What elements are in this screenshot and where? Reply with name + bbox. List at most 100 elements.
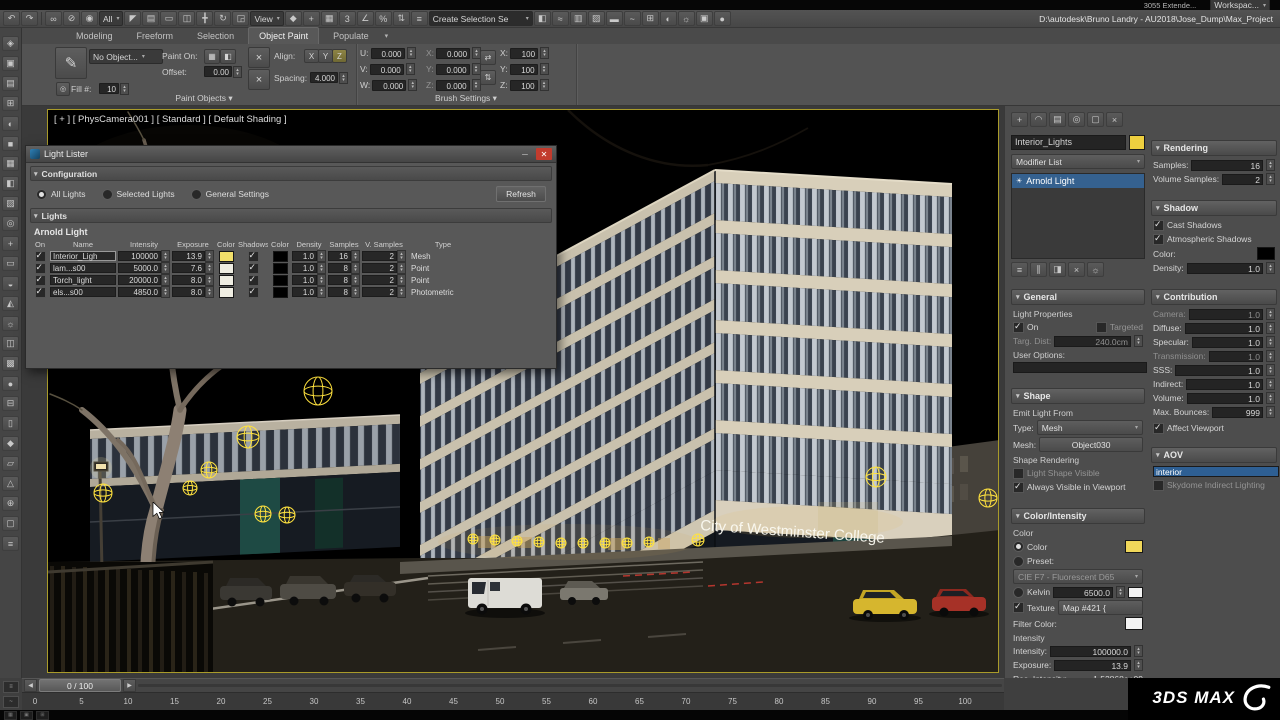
spinner[interactable]: ▴▾ [1266, 364, 1275, 376]
light-density-field[interactable]: 1.0 [292, 275, 317, 285]
flip-axes-icon[interactable]: ⇅ [480, 70, 496, 85]
spinner[interactable]: ▴▾ [406, 63, 415, 75]
select-object-icon[interactable]: ◤ [124, 11, 141, 26]
exposure-field[interactable]: 13.9 [1054, 660, 1131, 671]
param-field[interactable]: 0.000 [370, 64, 404, 75]
kelvin-color-swatch[interactable] [1128, 587, 1143, 598]
kelvin-field[interactable]: 6500.0 [1053, 587, 1113, 598]
light-shape-visible-checkbox[interactable] [1013, 468, 1024, 479]
frame-tick[interactable]: 15 [170, 697, 179, 706]
align-z-button[interactable]: Z [332, 49, 347, 63]
spinner[interactable]: ▴▾ [1266, 336, 1275, 348]
time-slider-grip[interactable]: 0 / 100 [39, 679, 121, 692]
intensity-field[interactable]: 100000.0 [1050, 646, 1131, 657]
spinner[interactable]: ▴▾ [397, 274, 406, 286]
param-field[interactable]: 1.0 [1185, 323, 1263, 334]
spinner[interactable]: ▴▾ [1266, 378, 1275, 390]
left-toolbar-icon-25[interactable]: ≡ [2, 536, 19, 551]
spinner[interactable]: ▴▾ [1134, 659, 1143, 671]
rollout-contribution-header[interactable]: ▾Contribution [1151, 289, 1277, 305]
use-pivot-point-center-icon[interactable]: ◆ [285, 11, 302, 26]
render-production-icon[interactable]: ● [714, 11, 731, 26]
viewport-label[interactable]: [ + ] [ PhysCamera001 ] [ Standard ] [ D… [54, 114, 287, 125]
modifier-stack-item-selected[interactable]: ☀ Arnold Light [1012, 174, 1144, 188]
swap-axes-icon[interactable]: ⇄ [480, 50, 496, 65]
light-on-checkbox[interactable] [35, 263, 46, 274]
named-selection-sets-field[interactable]: Create Selection Se▾ [429, 11, 533, 26]
cast-shadows-checkbox[interactable] [1153, 220, 1164, 231]
configuration-rollout-header[interactable]: ▾ Configuration [30, 166, 552, 181]
paint-mode-icon[interactable]: × [248, 47, 270, 68]
param-field[interactable]: 1.0 [1175, 365, 1263, 376]
param-field[interactable]: 0.000 [372, 80, 406, 91]
param-field[interactable]: 16 [1191, 160, 1263, 171]
object-name-field[interactable]: Interior_Lights [1011, 135, 1126, 150]
frame-tick[interactable]: 50 [496, 697, 505, 706]
light-name-field[interactable]: Torch_light [50, 275, 116, 285]
light-intensity-field[interactable]: 4850.0 [118, 287, 161, 297]
atmospheric-shadows-checkbox[interactable] [1153, 234, 1164, 245]
make-unique-icon[interactable]: ◨ [1049, 262, 1066, 277]
remove-modifier-icon[interactable]: × [1068, 262, 1085, 277]
left-toolbar-icon-19[interactable]: ▯ [2, 416, 19, 431]
kelvin-radio[interactable] [1013, 587, 1024, 598]
light-vsamples-field[interactable]: 2 [362, 275, 397, 285]
spinner[interactable]: ▴▾ [205, 262, 214, 274]
offset-field[interactable]: 0.00 [204, 66, 232, 77]
spacing-spinner[interactable]: ▴▾ [339, 72, 348, 84]
spinner[interactable]: ▴▾ [1266, 262, 1275, 274]
close-icon[interactable]: ✕ [536, 148, 552, 160]
left-toolbar-icon-6[interactable]: ▦ [2, 156, 19, 171]
spinner[interactable]: ▴▾ [351, 262, 360, 274]
unlink-selection-icon[interactable]: ⊘ [63, 11, 80, 26]
window-crossing-toggle-icon[interactable]: ◫ [178, 11, 195, 26]
left-toolbar-icon-14[interactable]: ☼ [2, 316, 19, 331]
spinner[interactable]: ▴▾ [540, 47, 549, 59]
light-color-swatch[interactable] [219, 287, 234, 298]
left-toolbar-icon-20[interactable]: ◆ [2, 436, 19, 451]
modify-tab[interactable]: ◠ [1030, 112, 1047, 127]
light-shadows-checkbox[interactable] [248, 251, 259, 262]
frame-tick[interactable]: 5 [79, 697, 83, 706]
spinner[interactable]: ▴▾ [205, 286, 214, 298]
reference-coordinate-system-dropdown[interactable]: View▾ [250, 11, 283, 26]
left-toolbar-icon-7[interactable]: ◧ [2, 176, 19, 191]
light-density-field[interactable]: 1.0 [292, 263, 317, 273]
spinner[interactable]: ▴▾ [397, 262, 406, 274]
user-options-field[interactable] [1013, 362, 1147, 373]
left-toolbar-icon-3[interactable]: ⊞ [2, 96, 19, 111]
light-shadows-checkbox[interactable] [248, 275, 259, 286]
frame-tick[interactable]: 95 [914, 697, 923, 706]
previous-frame-icon[interactable]: ◀ [24, 679, 37, 692]
spinner[interactable]: ▴▾ [1134, 645, 1143, 657]
light-name-field[interactable]: Interior_Ligh [50, 251, 116, 261]
shadow-color-swatch[interactable] [273, 251, 288, 262]
frame-tick[interactable]: 45 [449, 697, 458, 706]
affect-viewport-checkbox[interactable] [1153, 423, 1164, 434]
param-field[interactable]: 0.000 [436, 64, 470, 75]
frame-tick[interactable]: 25 [263, 697, 272, 706]
select-and-rotate-icon[interactable]: ↻ [214, 11, 231, 26]
shadow-density-field[interactable]: 1.0 [1187, 263, 1263, 274]
param-field[interactable]: 2 [1222, 174, 1263, 185]
bind-to-space-warp-icon[interactable]: ◉ [81, 11, 98, 26]
light-shadows-checkbox[interactable] [248, 287, 259, 298]
frame-tick[interactable]: 30 [310, 697, 319, 706]
toggle-layer-explorer-icon[interactable]: ▨ [588, 11, 605, 26]
light-exposure-field[interactable]: 8.0 [172, 287, 205, 297]
light-color-swatch[interactable] [219, 275, 234, 286]
light-samples-field[interactable]: 8 [328, 275, 351, 285]
left-toolbar-icon-11[interactable]: ▭ [2, 256, 19, 271]
mirror-icon[interactable]: ◧ [534, 11, 551, 26]
offset-spinner[interactable]: ▴▾ [233, 66, 242, 78]
rollout-aov-header[interactable]: ▾AOV [1151, 447, 1277, 463]
param-field[interactable]: 999 [1212, 407, 1263, 418]
spinner[interactable]: ▴▾ [1266, 406, 1275, 418]
left-toolbar-icon-8[interactable]: ▨ [2, 196, 19, 211]
undo-icon[interactable]: ↶ [3, 11, 20, 26]
left-toolbar-icon-24[interactable]: ▢ [2, 516, 19, 531]
light-name-field[interactable]: els...s00 [50, 287, 116, 297]
spinner[interactable]: ▴▾ [317, 262, 326, 274]
param-field[interactable]: 0.000 [436, 48, 470, 59]
preset-dropdown[interactable]: CIE F7 - Fluorescent D65 ▾ [1013, 569, 1143, 584]
